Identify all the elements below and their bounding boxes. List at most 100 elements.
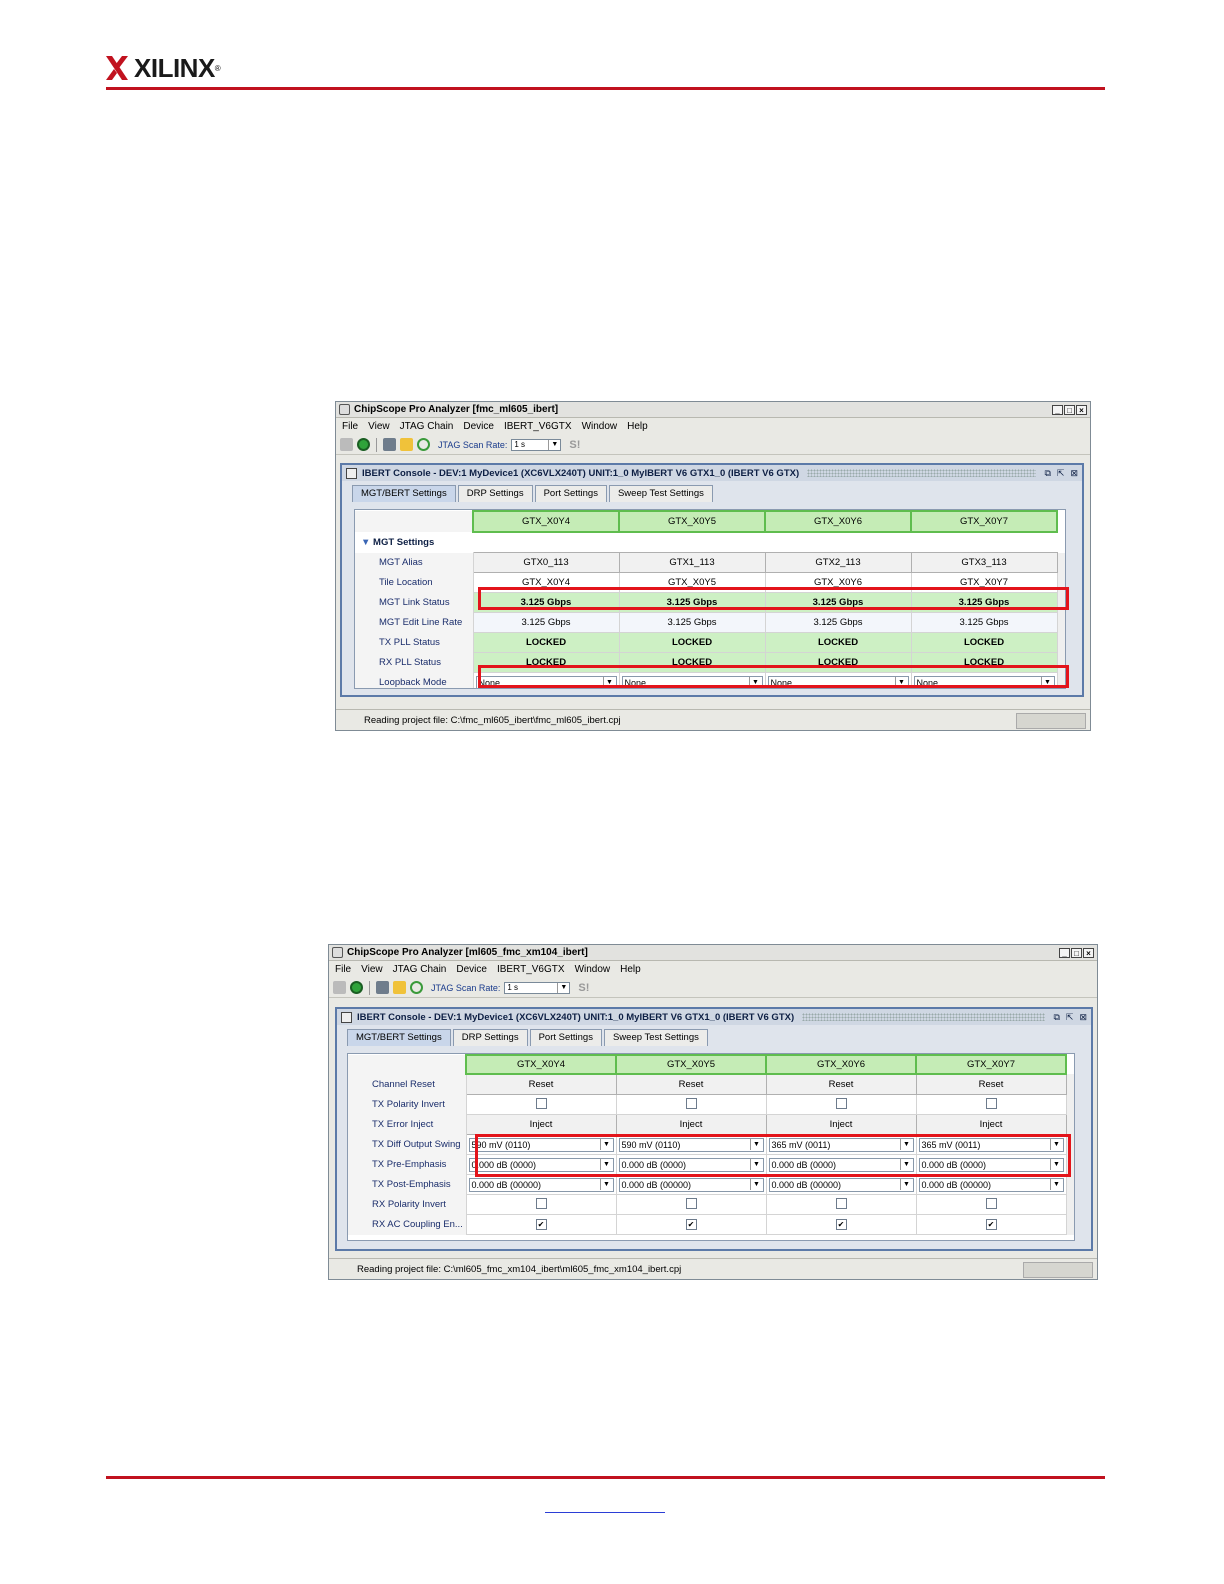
checkbox-cell[interactable]: ✔ <box>765 1214 917 1235</box>
maximize-icon[interactable]: □ <box>1071 947 1082 958</box>
tab-mgt-bert-settings[interactable]: MGT/BERT Settings <box>352 485 456 502</box>
tab-drp-settings[interactable]: DRP Settings <box>452 1029 528 1046</box>
group-label[interactable]: ▼ MGT Settings <box>355 532 473 553</box>
checkbox-checked[interactable]: ✔ <box>685 1219 697 1230</box>
checkbox-cell[interactable] <box>765 1194 917 1215</box>
checkbox-cell[interactable]: ✔ <box>615 1214 767 1235</box>
jtag-scan-rate-select[interactable]: 1 s ▼ <box>504 981 571 994</box>
configure-icon[interactable] <box>400 438 413 451</box>
checkbox[interactable] <box>535 1197 547 1209</box>
menu-window[interactable]: Window <box>582 421 618 432</box>
cell-button[interactable]: Inject <box>615 1114 767 1135</box>
value-dropdown[interactable]: 0.000 dB (00000) ▼ <box>768 1177 914 1192</box>
checkbox[interactable] <box>985 1097 997 1109</box>
editable-cell[interactable]: 3.125 Gbps <box>764 612 912 633</box>
cell-button[interactable]: Reset <box>915 1073 1067 1095</box>
jtag-scan-rate-select[interactable]: 1 s ▼ <box>511 438 562 451</box>
menu-ibert[interactable]: IBERT_V6GTX <box>497 964 565 975</box>
menu-view[interactable]: View <box>361 964 383 975</box>
chain-icon[interactable] <box>333 981 346 994</box>
checkbox-checked[interactable]: ✔ <box>985 1219 997 1230</box>
menu-help[interactable]: Help <box>627 421 648 432</box>
tab-port-settings[interactable]: Port Settings <box>529 1029 602 1046</box>
checkbox[interactable] <box>685 1197 697 1209</box>
checkbox[interactable] <box>835 1097 847 1109</box>
checkbox-checked[interactable]: ✔ <box>535 1219 547 1230</box>
checkbox[interactable] <box>835 1197 847 1209</box>
value-dropdown[interactable]: 0.000 dB (00000) ▼ <box>618 1177 764 1192</box>
restore-icon[interactable]: ⧉ <box>1044 468 1050 479</box>
checkbox-cell[interactable] <box>915 1194 1067 1215</box>
cell-button[interactable]: Inject <box>915 1114 1067 1135</box>
tab-mgt-bert-settings[interactable]: MGT/BERT Settings <box>347 1029 451 1046</box>
menu-view[interactable]: View <box>368 421 390 432</box>
cell-button[interactable]: GTX2_113 <box>764 552 912 573</box>
checkbox-cell[interactable] <box>465 1094 617 1115</box>
close-icon[interactable]: ⊠ <box>1070 468 1078 479</box>
value-dropdown[interactable]: 0.000 dB (00000) ▼ <box>918 1177 1064 1192</box>
menu-jtag-chain[interactable]: JTAG Chain <box>393 964 447 975</box>
checkbox-cell[interactable] <box>465 1194 617 1215</box>
detach-icon[interactable]: ⇱ <box>1057 468 1065 479</box>
dropdown-cell[interactable]: 0.000 dB (00000) ▼ <box>915 1174 1067 1195</box>
group-row[interactable]: ▼ MGT Settings <box>355 532 1065 553</box>
checkbox-cell[interactable] <box>615 1094 767 1115</box>
minimize-icon[interactable]: _ <box>1059 947 1070 958</box>
editable-cell[interactable]: 3.125 Gbps <box>618 612 766 633</box>
run-icon[interactable] <box>357 438 370 451</box>
menu-jtag-chain[interactable]: JTAG Chain <box>400 421 454 432</box>
checkbox-cell[interactable] <box>765 1094 917 1115</box>
s-trigger-button[interactable]: S! <box>578 982 589 994</box>
cell-button[interactable]: Reset <box>615 1073 767 1095</box>
checkbox-cell[interactable] <box>915 1094 1067 1115</box>
checkbox-cell[interactable]: ✔ <box>915 1214 1067 1235</box>
refresh-icon[interactable] <box>410 981 423 994</box>
menu-ibert[interactable]: IBERT_V6GTX <box>504 421 572 432</box>
close-icon[interactable]: × <box>1076 404 1087 415</box>
minimize-icon[interactable]: _ <box>1052 404 1063 415</box>
restore-icon[interactable]: ⧉ <box>1053 1012 1059 1023</box>
tab-sweep-test-settings[interactable]: Sweep Test Settings <box>603 1029 708 1046</box>
cable-icon[interactable] <box>376 981 389 994</box>
cell-button[interactable]: GTX3_113 <box>910 552 1058 573</box>
menu-window[interactable]: Window <box>575 964 611 975</box>
tab-drp-settings[interactable]: DRP Settings <box>457 485 533 502</box>
cell-button[interactable]: Inject <box>765 1114 917 1135</box>
editable-cell[interactable]: 3.125 Gbps <box>472 612 620 633</box>
checkbox[interactable] <box>685 1097 697 1109</box>
expand-icon[interactable]: ▼ <box>361 537 373 548</box>
close-icon[interactable]: × <box>1083 947 1094 958</box>
cell-button[interactable]: Reset <box>465 1073 617 1095</box>
editable-cell[interactable]: 3.125 Gbps <box>910 612 1058 633</box>
menu-device[interactable]: Device <box>456 964 487 975</box>
checkbox[interactable] <box>535 1097 547 1109</box>
run-icon[interactable] <box>350 981 363 994</box>
value-dropdown[interactable]: 0.000 dB (00000) ▼ <box>468 1177 614 1192</box>
checkbox-checked[interactable]: ✔ <box>835 1219 847 1230</box>
maximize-icon[interactable]: □ <box>1064 404 1075 415</box>
cable-icon[interactable] <box>383 438 396 451</box>
cell-button[interactable]: GTX0_113 <box>472 552 620 573</box>
tab-sweep-test-settings[interactable]: Sweep Test Settings <box>608 485 713 502</box>
tab-port-settings[interactable]: Port Settings <box>534 485 607 502</box>
menu-device[interactable]: Device <box>463 421 494 432</box>
cell-button[interactable]: GTX1_113 <box>618 552 766 573</box>
refresh-icon[interactable] <box>417 438 430 451</box>
checkbox[interactable] <box>985 1197 997 1209</box>
checkbox-cell[interactable]: ✔ <box>465 1214 617 1235</box>
footer-link-underline[interactable] <box>545 1512 665 1513</box>
dropdown-cell[interactable]: 0.000 dB (00000) ▼ <box>465 1174 617 1195</box>
configure-icon[interactable] <box>393 981 406 994</box>
cell-button[interactable]: Inject <box>465 1114 617 1135</box>
chain-icon[interactable] <box>340 438 353 451</box>
cell-button[interactable]: Reset <box>765 1073 917 1095</box>
checkbox-cell[interactable] <box>615 1194 767 1215</box>
dropdown-cell[interactable]: 0.000 dB (00000) ▼ <box>615 1174 767 1195</box>
dropdown-cell[interactable]: 0.000 dB (00000) ▼ <box>765 1174 917 1195</box>
menu-help[interactable]: Help <box>620 964 641 975</box>
close-icon[interactable]: ⊠ <box>1079 1012 1087 1023</box>
detach-icon[interactable]: ⇱ <box>1066 1012 1074 1023</box>
menu-file[interactable]: File <box>342 421 358 432</box>
s-trigger-button[interactable]: S! <box>569 439 580 451</box>
menu-file[interactable]: File <box>335 964 351 975</box>
